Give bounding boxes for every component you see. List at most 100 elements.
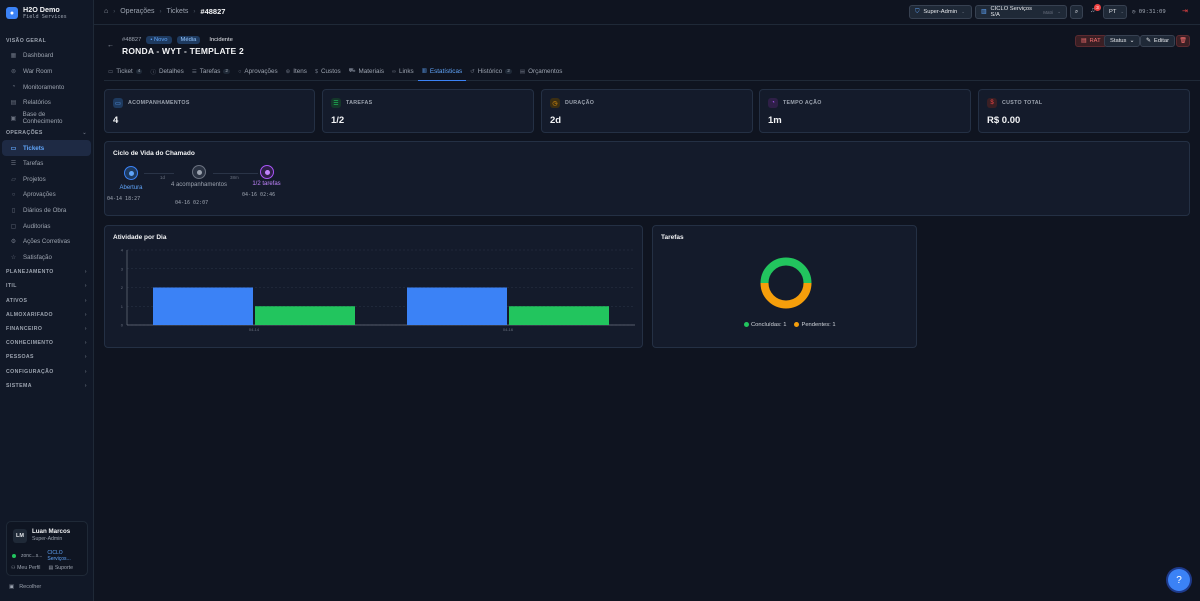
collapse-icon: ▣: [9, 584, 15, 590]
breadcrumb-operacoes[interactable]: Operações: [120, 8, 154, 15]
language-selector[interactable]: PT ⌄: [1103, 5, 1127, 19]
ticket-meta: #48827 • Novo Média Incidente: [122, 36, 237, 44]
tab-ticket[interactable]: ▭ Ticket 4: [104, 62, 146, 81]
chevron-right-icon: ›: [84, 354, 87, 361]
stat-card-duracao: ◷ DURAÇÃO 2d: [541, 89, 753, 133]
y-tick-label: 3: [121, 266, 124, 271]
back-arrow-icon[interactable]: ←: [107, 42, 114, 49]
avatar[interactable]: LM: [13, 529, 27, 543]
chevron-down-icon: ⌄: [1057, 9, 1061, 14]
tab-custos[interactable]: $ Custos: [311, 62, 345, 81]
user-org[interactable]: zonc...s... CICLO Serviços...: [12, 550, 87, 562]
audit-icon: ▢: [10, 223, 17, 230]
brand-name: H2O Demo: [23, 5, 60, 14]
timer-icon: ◔: [768, 98, 778, 108]
sidebar-item-aprovacoes[interactable]: ○ Aprovações: [2, 187, 91, 203]
chevron-right-icon: ›: [84, 283, 87, 290]
section-ativos[interactable]: ATIVOS ›: [0, 293, 93, 307]
ticket-icon: ▭: [10, 145, 17, 152]
sidebar-item-relatorios[interactable]: ▤ Relatórios: [2, 95, 91, 111]
tasks-donut-chart: [760, 257, 812, 309]
delete-button[interactable]: 🗑: [1176, 35, 1190, 47]
section-itil[interactable]: ITIL ›: [0, 279, 93, 293]
x-tick-label: 04-16: [503, 327, 514, 332]
tab-historico[interactable]: ↺ Histórico 2: [466, 62, 516, 81]
section-planejamento[interactable]: PLANEJAMENTO ›: [0, 265, 93, 279]
support-icon: ▤: [48, 565, 54, 571]
lifecycle-label: 1/2 tarefas: [252, 181, 281, 187]
section-visao-geral[interactable]: VISÃO GERAL: [0, 34, 93, 48]
tab-aprovacoes[interactable]: ○ Aprovações: [234, 62, 282, 81]
stat-value: 4: [113, 115, 119, 126]
section-configuracao[interactable]: CONFIGURAÇÃO ›: [0, 364, 93, 378]
rat-button[interactable]: ▤ RAT: [1075, 35, 1107, 47]
legend-item: Pendentes: 1: [794, 322, 836, 328]
topbar: ⌂ › Operações › Tickets › #48827 ⛉ Super-…: [94, 0, 1200, 25]
search-icon: ⌕: [1074, 8, 1079, 15]
lifecycle-step-acompanhamentos: [192, 165, 206, 179]
sidebar-item-satisfacao[interactable]: ☆ Satisfação: [2, 250, 91, 266]
sidebar-item-base-conhecimento[interactable]: ▣ Base de Conhecimento: [2, 111, 91, 127]
y-tick-label: 1: [121, 304, 124, 309]
history-icon: ↺: [470, 68, 475, 75]
stat-value: 1m: [768, 115, 782, 126]
lifecycle-step-abertura: [124, 166, 138, 180]
role-selector[interactable]: ⛉ Super-Admin ⌄: [909, 5, 972, 19]
lifecycle-duration: 38m: [230, 175, 239, 180]
section-financeiro[interactable]: FINANCEIRO ›: [0, 322, 93, 336]
tab-materiais[interactable]: ⛟ Materiais: [345, 62, 388, 81]
company-selector[interactable]: ▥ CICLO Serviços S/A Matri ⌄: [975, 5, 1067, 19]
sidebar-item-dashboard[interactable]: ▦ Dashboard: [2, 48, 91, 64]
sidebar-item-auditorias[interactable]: ▢ Auditorias: [2, 218, 91, 234]
breadcrumb: ⌂ › Operações › Tickets › #48827: [104, 7, 226, 16]
logout-icon[interactable]: ⇥: [1182, 7, 1188, 15]
sidebar-item-diarios[interactable]: ▯ Diários de Obra: [2, 203, 91, 219]
chevron-right-icon: ›: [84, 325, 87, 332]
edit-button[interactable]: ✎ Editar: [1140, 35, 1176, 47]
home-icon[interactable]: ⌂: [104, 8, 108, 15]
tab-detalhes[interactable]: ⓘ Detalhes: [146, 62, 187, 81]
sidebar-item-acoes-corretivas[interactable]: ⚙ Ações Corretivas: [2, 234, 91, 250]
lifecycle-time: 04-16 02:07: [175, 200, 209, 206]
chevron-right-icon: ›: [84, 368, 87, 375]
tab-orcamentos[interactable]: ▤ Orçamentos: [516, 62, 567, 81]
sidebar-item-tickets[interactable]: ▭ Tickets: [2, 140, 91, 156]
chevron-right-icon: ›: [84, 311, 87, 318]
section-conhecimento[interactable]: CONHECIMENTO ›: [0, 336, 93, 350]
tab-links[interactable]: ∞ Links: [388, 62, 418, 81]
help-button[interactable]: ?: [1168, 569, 1190, 591]
stat-card-acompanhamentos: ▭ ACOMPANHAMENTOS 4: [104, 89, 315, 133]
user-name: Luan Marcos: [32, 528, 71, 535]
trash-icon: 🗑: [1179, 38, 1187, 44]
document-icon: ▤: [519, 68, 526, 75]
section-sistema[interactable]: SISTEMA ›: [0, 379, 93, 393]
brand[interactable]: ● H2O Demo Field Services: [0, 0, 93, 26]
sidebar-item-tarefas[interactable]: ☰ Tarefas: [2, 156, 91, 172]
tab-bar: ▭ Ticket 4 ⓘ Detalhes ☰ Tarefas 2 ○ Aprovações…: [104, 62, 1200, 81]
sidebar-item-projetos[interactable]: ▱ Projetos: [2, 172, 91, 188]
tab-tarefas[interactable]: ☰ Tarefas 2: [188, 62, 234, 81]
stat-card-tarefas: ☰ TAREFAS 1/2: [322, 89, 534, 133]
sidebar-item-war-room[interactable]: ⊚ War Room: [2, 64, 91, 80]
tab-estatisticas[interactable]: ▥ Estatísticas: [417, 62, 467, 81]
section-pessoas[interactable]: PESSOAS ›: [0, 350, 93, 364]
section-operacoes[interactable]: OPERAÇÕES ⌄: [0, 126, 93, 140]
search-button[interactable]: ⌕: [1070, 5, 1083, 19]
section-almoxarifado[interactable]: ALMOXARIFADO ›: [0, 308, 93, 322]
profile-link[interactable]: ⚇ Meu Perfil: [11, 565, 40, 571]
tab-itens[interactable]: ⊛ Itens: [282, 62, 311, 81]
sidebar: ● H2O Demo Field Services VISÃO GERAL ▦ D…: [0, 0, 94, 601]
clock-icon: ◷: [1132, 9, 1136, 15]
chevron-down-icon: ⌄: [1129, 38, 1135, 44]
chart-icon: ▤: [10, 100, 17, 107]
checklist-icon: ☰: [10, 161, 17, 168]
lifecycle-duration: 1d: [160, 175, 166, 180]
support-link[interactable]: ▤ Suporte: [48, 565, 73, 571]
collapse-sidebar-button[interactable]: ▣ Recolher: [9, 584, 41, 590]
chevron-right-icon: ›: [84, 297, 87, 304]
status-button[interactable]: Status ⌄: [1104, 35, 1141, 47]
sidebar-item-monitoramento[interactable]: ◔ Monitoramento: [2, 79, 91, 95]
breadcrumb-tickets[interactable]: Tickets: [166, 8, 188, 15]
lifecycle-step-tarefas: [260, 165, 274, 179]
ticket-number: #48827: [122, 37, 142, 43]
